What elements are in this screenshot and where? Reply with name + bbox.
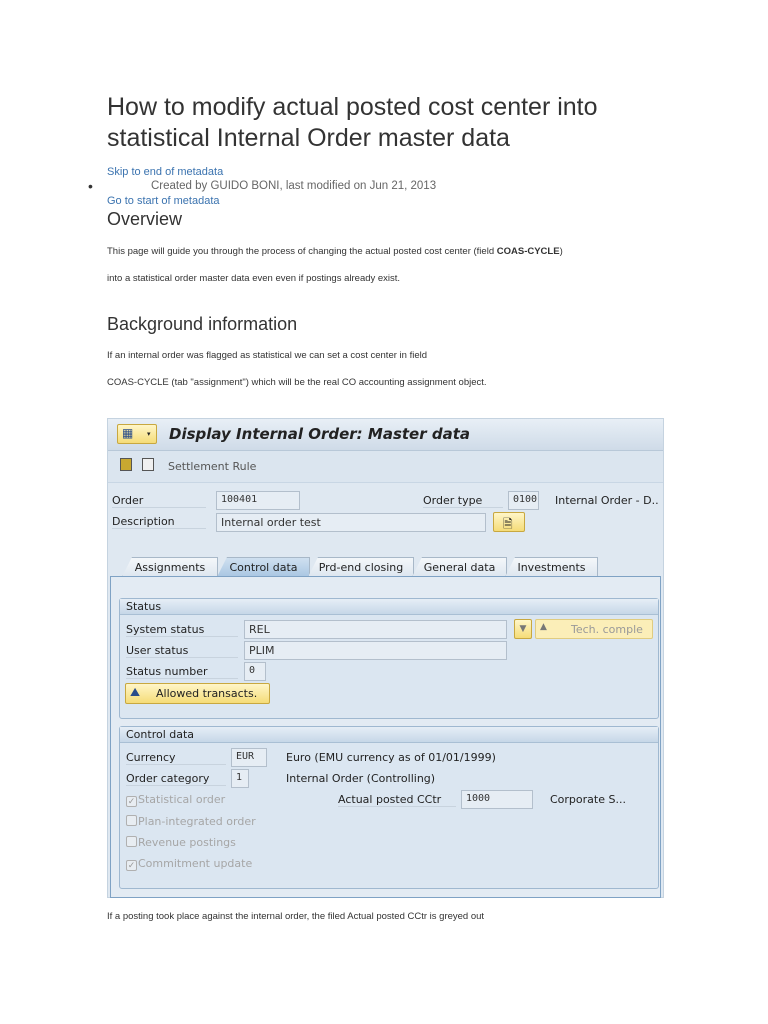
control-data-group: Control data Currency EUR Euro (EMU curr…	[119, 726, 659, 889]
tab-panel: Status System status REL ▼ ▲ Tech. compl…	[110, 576, 661, 898]
order-type-text: Internal Order - D..	[555, 494, 659, 507]
document-icon[interactable]	[142, 458, 154, 471]
order-category-field[interactable]: 1	[231, 769, 249, 788]
overview-paragraph-2: into a statistical order master data eve…	[107, 273, 401, 284]
checkbox-label: Revenue postings	[138, 836, 236, 849]
tech-complete-label: Tech. comple	[571, 623, 643, 636]
overview-heading: Overview	[107, 209, 183, 229]
currency-text: Euro (EMU currency as of 01/01/1999)	[286, 751, 496, 764]
overview-paragraph-1: This page will guide you through the pro…	[107, 246, 563, 257]
go-to-start-link[interactable]: Go to start of metadata	[107, 195, 220, 207]
menu-icon: ▦	[122, 426, 134, 440]
order-field[interactable]: 100401	[216, 491, 300, 510]
triangle-down-icon: ▼	[519, 624, 527, 634]
actual-posted-cctr-label: Actual posted CCtr	[338, 793, 456, 807]
description-field[interactable]: Internal order test	[216, 513, 486, 532]
revenue-postings-checkbox[interactable]: Revenue postings	[126, 836, 236, 849]
status-group: Status System status REL ▼ ▲ Tech. compl…	[119, 598, 659, 719]
status-dropdown-button[interactable]: ▼	[514, 619, 532, 639]
bullet: •	[88, 178, 93, 194]
window-title: Display Internal Order: Master data	[169, 425, 470, 443]
tab-investments[interactable]: Investments	[505, 557, 598, 577]
actual-posted-cctr-text: Corporate S...	[550, 793, 626, 806]
page-title: How to modify actual posted cost center …	[107, 93, 598, 152]
checkbox-label: Commitment update	[138, 857, 253, 870]
long-text-button[interactable]: 🗎	[493, 512, 525, 532]
order-label: Order	[112, 494, 206, 508]
previous-icon[interactable]	[120, 458, 132, 471]
order-type-field[interactable]: 0100	[508, 491, 539, 510]
tab-prd-end-closing[interactable]: Prd-end closing	[308, 557, 414, 577]
order-type-label: Order type	[423, 494, 503, 508]
actual-posted-cctr-field[interactable]: 1000	[461, 790, 533, 809]
text: )	[559, 246, 563, 257]
skip-to-end-link[interactable]: Skip to end of metadata	[107, 166, 223, 178]
tab-control-data[interactable]: Control data	[217, 557, 310, 577]
settlement-rule-button[interactable]: Settlement Rule	[168, 460, 256, 473]
background-paragraph-2: COAS-CYCLE (tab "assignment") which will…	[107, 377, 487, 388]
currency-label: Currency	[126, 751, 226, 765]
checkbox-label: Statistical order	[138, 793, 226, 806]
order-category-text: Internal Order (Controlling)	[286, 772, 436, 785]
user-status-field[interactable]: PLIM	[244, 641, 507, 660]
text: This page will guide you through the pro…	[107, 246, 497, 257]
user-status-label: User status	[126, 644, 238, 658]
background-paragraph-1: If an internal order was flagged as stat…	[107, 350, 427, 361]
order-category-label: Order category	[126, 772, 226, 786]
triangle-up-icon: ▲	[540, 622, 547, 632]
checkbox-box	[126, 836, 137, 847]
currency-field[interactable]: EUR	[231, 748, 267, 767]
edit-document-icon: 🗎	[503, 517, 513, 531]
field-name: COAS-CYCLE	[496, 246, 560, 257]
tab-assignments[interactable]: Assignments	[122, 557, 218, 577]
plan-integrated-order-checkbox[interactable]: Plan-integrated order	[126, 815, 256, 828]
tab-general-data[interactable]: General data	[412, 557, 507, 577]
allowed-transactions-label: Allowed transacts.	[156, 687, 258, 700]
page-meta: Created by GUIDO BONI, last modified on …	[151, 180, 437, 192]
statistical-order-checkbox[interactable]: ✓ Statistical order	[126, 793, 225, 807]
status-group-title: Status	[120, 599, 658, 615]
description-label: Description	[112, 515, 206, 529]
menu-button[interactable]: ▦ ▾	[117, 424, 157, 444]
checkbox-label: Plan-integrated order	[138, 815, 256, 828]
checkmark-icon: ✓	[126, 796, 137, 807]
tech-complete-button[interactable]: ▲ Tech. comple	[535, 619, 653, 639]
checkmark-icon: ✓	[126, 860, 137, 871]
system-status-label: System status	[126, 623, 238, 637]
footer-paragraph: If a posting took place against the inte…	[107, 911, 485, 922]
status-number-field[interactable]: 0	[244, 662, 266, 681]
control-data-group-title: Control data	[120, 727, 658, 743]
toolbar: Settlement Rule	[108, 451, 663, 483]
user-icon: ⛰	[130, 685, 141, 699]
dropdown-icon: ▾	[147, 430, 151, 438]
allowed-transactions-button[interactable]: ⛰ Allowed transacts.	[125, 683, 270, 704]
background-heading: Background information	[107, 314, 298, 334]
checkbox-box	[126, 815, 137, 826]
title-bar: ▦ ▾ Display Internal Order: Master data	[108, 419, 663, 451]
status-number-label: Status number	[126, 665, 238, 679]
commitment-update-checkbox[interactable]: ✓ Commitment update	[126, 857, 252, 871]
sap-screenshot: ▦ ▾ Display Internal Order: Master data …	[107, 418, 664, 898]
system-status-field[interactable]: REL	[244, 620, 507, 639]
